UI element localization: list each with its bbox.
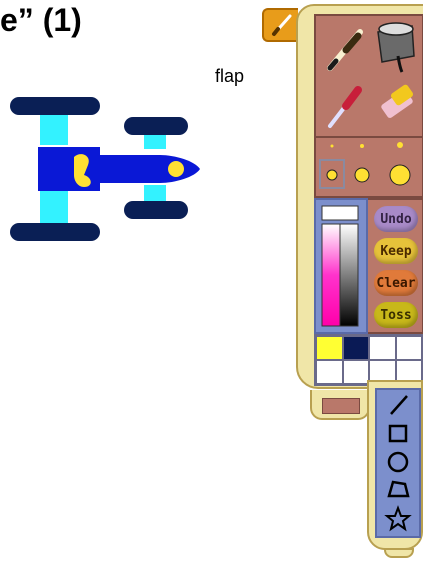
line-icon[interactable] [390,395,408,415]
value-gradient[interactable] [339,223,359,327]
keep-button[interactable]: Keep [374,238,418,264]
wheel-rear-top [10,97,100,115]
ellipse-icon[interactable] [387,451,409,473]
brush-size-small[interactable] [326,169,338,181]
brush-size-medium[interactable] [354,167,370,183]
car-nose-dot [168,161,184,177]
undo-button[interactable]: Undo [374,206,418,232]
color-picker-panel [314,198,368,334]
swatch-yellow[interactable] [316,336,343,360]
wheel-front-top [124,117,188,135]
flap-callout-label: flap [215,66,245,86]
swatch-empty[interactable] [316,360,343,384]
wheel-front-bottom [124,201,188,219]
polygon-icon[interactable] [387,480,410,498]
rectangle-icon[interactable] [388,424,408,443]
brush-size-large[interactable] [389,164,411,186]
shapes-flap-handle[interactable] [384,548,414,558]
flap-tab[interactable] [262,8,298,42]
swatch-empty[interactable] [342,360,369,384]
brush-size-dot-2 [360,144,364,148]
page-title: e” (1) [0,2,82,38]
clear-button[interactable]: Clear [374,270,418,296]
paintbrush-icon[interactable] [327,29,363,71]
toss-button[interactable]: Toss [374,302,418,328]
tools-panel [314,14,423,138]
swatch-empty[interactable] [395,336,422,360]
swatch-empty[interactable] [369,336,396,360]
shapes-panel [375,388,421,538]
eraser-icon[interactable] [380,84,414,120]
hue-gradient[interactable] [321,223,341,327]
rear-axle-top [40,113,68,145]
paintbrush-icon [272,14,292,36]
race-car-drawing [10,97,200,241]
eyedropper-icon[interactable] [328,86,362,128]
star-icon[interactable] [384,505,412,532]
mini-tools-icon [322,398,360,414]
wheel-rear-bottom [10,223,100,241]
color-swatches [314,334,423,386]
action-buttons-panel: Undo Keep Clear Toss [368,198,423,334]
swatch-navy[interactable] [342,336,369,360]
current-color-preview [321,205,359,221]
paint-bucket-icon[interactable] [377,22,415,73]
brush-size-dot-3 [397,142,403,148]
brush-size-dot-1 [330,144,334,148]
brush-size-panel [314,138,423,198]
